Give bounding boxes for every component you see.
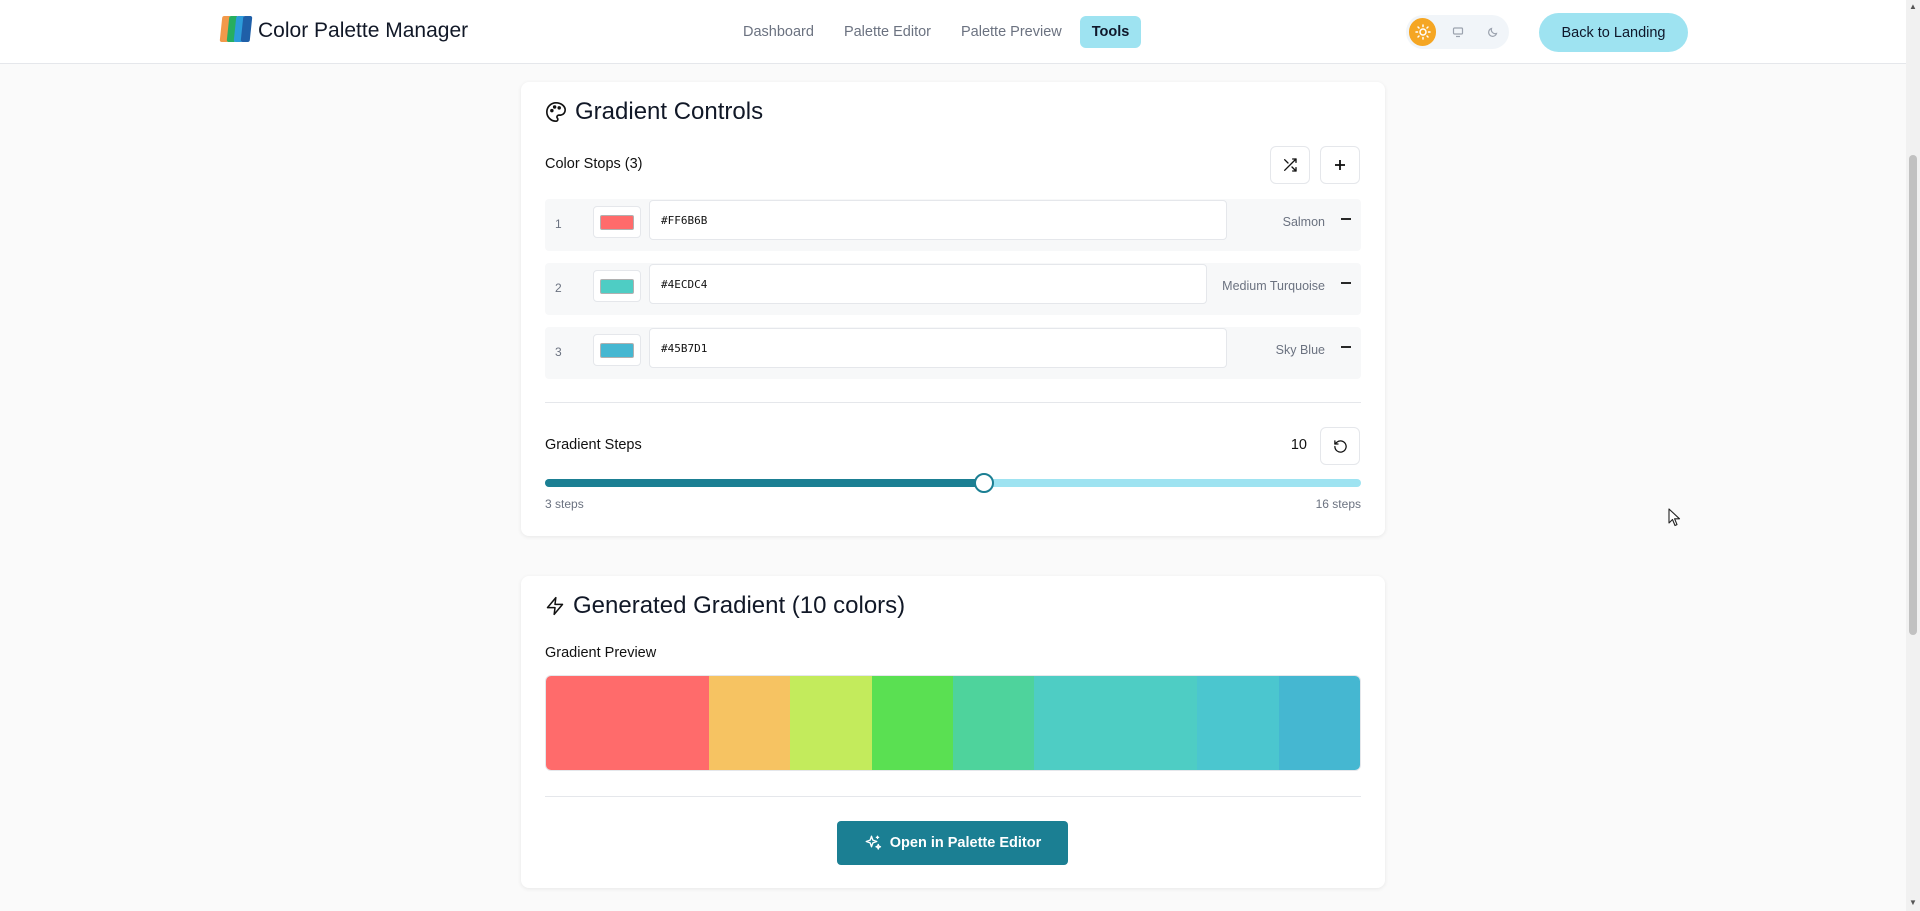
reset-steps-button[interactable]: [1320, 427, 1360, 465]
color-name: Salmon: [1282, 215, 1325, 229]
remove-stop-button[interactable]: [1337, 338, 1355, 356]
gradient-color-swatch[interactable]: [1278, 676, 1360, 770]
gradient-controls-title-text: Gradient Controls: [575, 98, 764, 125]
remove-stop-button[interactable]: [1337, 274, 1355, 292]
gradient-color-swatch[interactable]: [1115, 676, 1198, 770]
minus-icon: [1341, 218, 1351, 220]
palette-icon: [546, 102, 566, 122]
scroll-down-arrow[interactable]: ▼: [1909, 899, 1917, 907]
stop-index: 1: [555, 217, 562, 231]
nav-tools[interactable]: Tools: [1079, 16, 1142, 48]
palette-logo-icon: [219, 14, 254, 48]
mouse-cursor-icon: [1668, 508, 1681, 527]
shuffle-icon: [1284, 158, 1297, 172]
divider: [545, 402, 1361, 403]
gradient-color-swatch[interactable]: [627, 676, 709, 770]
gradient-color-swatch[interactable]: [953, 676, 1035, 770]
scroll-thumb[interactable]: [1909, 155, 1917, 635]
color-stop-row: 2 #4ECDC4 Medium Turquoise: [545, 263, 1361, 315]
hex-input[interactable]: #4ECDC4: [649, 264, 1207, 304]
plus-icon: [1335, 160, 1345, 170]
color-stops-label: Color Stops (3): [545, 156, 643, 172]
gradient-steps-label: Gradient Steps: [545, 437, 642, 453]
nav-dashboard[interactable]: Dashboard: [731, 16, 826, 48]
color-picker[interactable]: [593, 334, 641, 366]
minus-icon: [1341, 346, 1351, 348]
gradient-controls-card: Gradient Controls Color Stops (3) 1 #FF6…: [521, 82, 1385, 536]
gradient-color-swatch[interactable]: [1197, 676, 1279, 770]
gradient-preview-label: Gradient Preview: [545, 645, 657, 661]
add-stop-button[interactable]: [1320, 146, 1360, 184]
slider-fill: [545, 479, 985, 487]
gradient-color-swatch[interactable]: [1034, 676, 1116, 770]
hex-input[interactable]: #45B7D1: [649, 328, 1227, 368]
main-nav: Dashboard Palette Editor Palette Preview…: [731, 16, 1142, 48]
color-name: Sky Blue: [1275, 343, 1325, 357]
stop-index: 3: [555, 345, 562, 359]
color-name: Medium Turquoise: [1222, 279, 1325, 293]
app-title: Color Palette Manager: [258, 19, 469, 42]
generated-gradient-title: Generated Gradient (10 colors): [545, 592, 905, 620]
scroll-up-arrow[interactable]: ▲: [1909, 3, 1917, 11]
page-scrollbar[interactable]: ▲ ▼: [1906, 0, 1920, 911]
gradient-color-swatch[interactable]: [546, 676, 628, 770]
theme-toggle: [1406, 15, 1509, 49]
divider: [545, 796, 1361, 797]
sun-icon[interactable]: [1409, 18, 1436, 46]
slider-thumb[interactable]: [974, 473, 995, 493]
gradient-controls-title: Gradient Controls: [545, 98, 763, 126]
slider-max-label: 16 steps: [1315, 497, 1361, 511]
nav-palette-preview[interactable]: Palette Preview: [949, 16, 1074, 48]
color-picker[interactable]: [593, 270, 641, 302]
zap-icon: [546, 596, 564, 616]
shuffle-button[interactable]: [1270, 146, 1310, 184]
color-swatch: [600, 343, 634, 358]
gradient-steps-value: 10: [1290, 437, 1307, 453]
color-swatch: [600, 215, 634, 230]
minus-icon: [1341, 282, 1351, 284]
color-stop-row: 3 #45B7D1 Sky Blue: [545, 327, 1361, 379]
stop-index: 2: [555, 281, 562, 295]
remove-stop-button[interactable]: [1337, 210, 1355, 228]
generated-gradient-card: Generated Gradient (10 colors) Gradient …: [521, 576, 1385, 888]
sparkles-icon: [865, 835, 881, 850]
hex-input[interactable]: #FF6B6B: [649, 200, 1227, 240]
color-picker[interactable]: [593, 206, 641, 238]
top-navigation-bar: Color Palette Manager Dashboard Palette …: [0, 0, 1906, 64]
gradient-preview-strip: [545, 675, 1361, 771]
color-stop-row: 1 #FF6B6B Salmon: [545, 199, 1361, 251]
brand[interactable]: Color Palette Manager: [219, 14, 469, 48]
gradient-steps-slider[interactable]: [545, 473, 1361, 493]
nav-palette-editor[interactable]: Palette Editor: [832, 16, 943, 48]
open-button-label: Open in Palette Editor: [889, 835, 1042, 851]
monitor-icon[interactable]: [1444, 18, 1471, 46]
generated-gradient-title-text: Generated Gradient (10 colors): [573, 592, 906, 619]
gradient-color-swatch[interactable]: [708, 676, 791, 770]
back-to-landing-button[interactable]: Back to Landing: [1539, 13, 1688, 52]
moon-icon[interactable]: [1479, 18, 1506, 46]
slider-min-label: 3 steps: [545, 497, 584, 511]
gradient-color-swatch[interactable]: [790, 676, 872, 770]
gradient-color-swatch[interactable]: [871, 676, 954, 770]
reset-icon: [1333, 439, 1347, 453]
open-in-palette-editor-button[interactable]: Open in Palette Editor: [837, 821, 1068, 865]
color-swatch: [600, 279, 634, 294]
